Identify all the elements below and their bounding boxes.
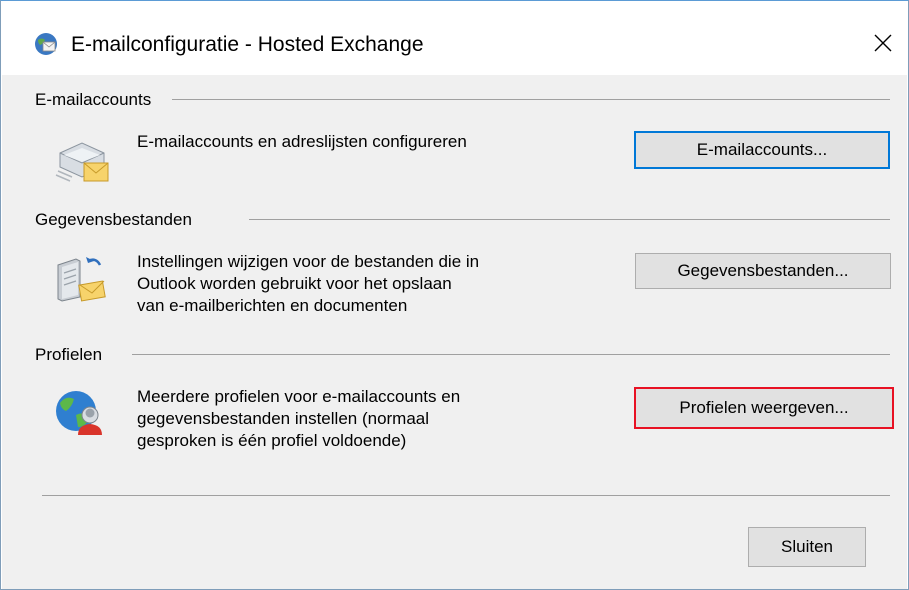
profiles-description-line-2: gegevensbestanden instellen (normaal xyxy=(137,409,430,428)
data-description-line-2: Outlook worden gebruikt voor het opslaan xyxy=(137,274,452,293)
close-button[interactable] xyxy=(863,25,903,61)
profiles-description-line-1: Meerdere profielen voor e-mailaccounts e… xyxy=(137,387,461,406)
data-description: Instellingen wijzigen voor de bestanden … xyxy=(137,251,479,317)
email-group-line xyxy=(172,99,890,100)
email-description-line: E-mailaccounts en adreslijsten configure… xyxy=(137,132,467,151)
profiles-description: Meerdere profielen voor e-mailaccounts e… xyxy=(137,386,460,452)
mail-setup-dialog: E-mailconfiguratie - Hosted Exchange E-m… xyxy=(0,0,909,590)
close-dialog-button[interactable]: Sluiten xyxy=(748,527,866,567)
title-bar[interactable]: E-mailconfiguratie - Hosted Exchange xyxy=(1,1,908,63)
data-description-line-3: van e-mailberichten en documenten xyxy=(137,296,408,315)
email-accounts-button[interactable]: E-mailaccounts... xyxy=(634,131,890,169)
data-description-line-1: Instellingen wijzigen voor de bestanden … xyxy=(137,252,480,271)
close-icon xyxy=(874,34,892,52)
data-group-line xyxy=(249,219,890,220)
window-title: E-mailconfiguratie - Hosted Exchange xyxy=(71,33,424,56)
profiles-globe-icon xyxy=(56,391,102,435)
email-description: E-mailaccounts en adreslijsten configure… xyxy=(137,131,467,153)
show-profiles-button[interactable]: Profielen weergeven... xyxy=(634,387,894,429)
profiles-group-line xyxy=(132,354,890,355)
profiles-description-line-3: gesproken is één profiel voldoende) xyxy=(137,431,407,450)
data-files-button[interactable]: Gegevensbestanden... xyxy=(635,253,891,289)
dialog-body: E-mailaccounts E-mailaccounts en adresli… xyxy=(2,75,907,589)
footer-separator xyxy=(42,495,890,496)
data-files-icon xyxy=(57,257,106,302)
email-group-header: E-mailaccounts xyxy=(35,89,156,111)
email-accounts-icon xyxy=(55,142,109,182)
profiles-group-header: Profielen xyxy=(35,344,107,366)
data-group-header: Gegevensbestanden xyxy=(35,209,196,231)
mail-globe-app-icon xyxy=(35,33,57,55)
